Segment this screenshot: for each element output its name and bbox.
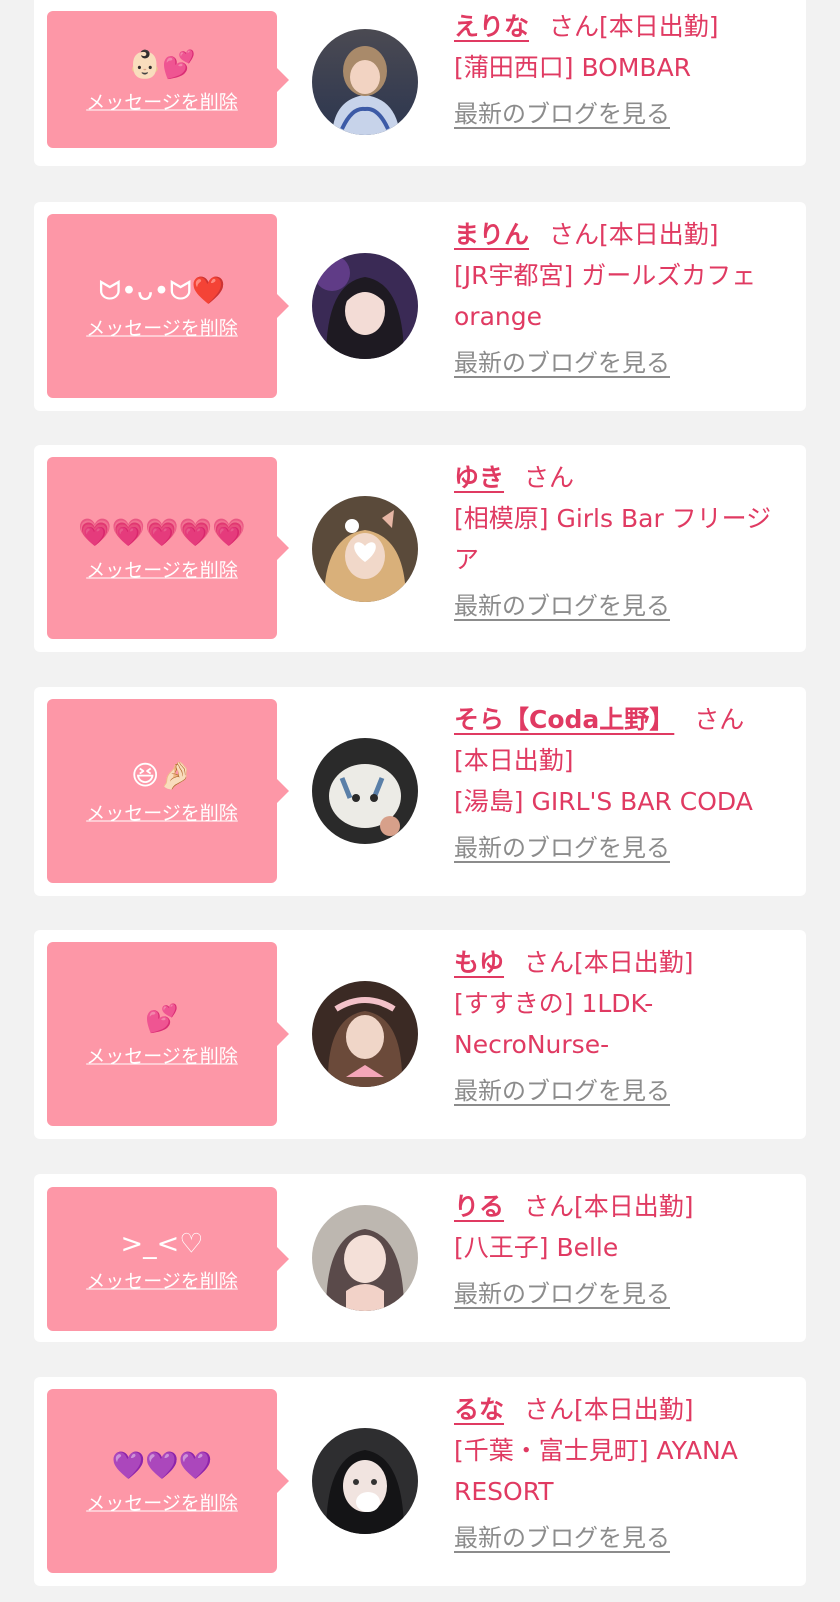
message-text: 😆🤌🏻 [131, 760, 193, 792]
honorific: さん [694, 705, 745, 734]
attendance-status: [本日出勤] [599, 220, 719, 249]
cast-name-link[interactable]: もゆ [454, 948, 504, 977]
cast-photo-avatar-icon [312, 1428, 418, 1534]
message-bubble: 💗💗💗💗💗 メッセージを削除 [47, 457, 289, 639]
cast-info: もゆ さん[本日出勤] [すすきの] 1LDK-NecroNurse- 最新のブロ… [454, 942, 794, 1112]
cast-avatar[interactable] [312, 981, 418, 1087]
cast-name-link[interactable]: えりな [454, 12, 529, 41]
shop-name: [湯島] GIRL'S BAR CODA [454, 787, 753, 816]
honorific: さん [524, 1192, 575, 1221]
cast-photo-avatar-icon [312, 29, 418, 135]
favorite-card: 😆🤌🏻 メッセージを削除 そら【Coda上野】 さん [本日出勤] [湯島] GI… [34, 687, 806, 896]
cast-avatar[interactable] [312, 738, 418, 844]
latest-blog-link[interactable]: 最新のブログを見る [454, 586, 670, 627]
latest-blog-link[interactable]: 最新のブログを見る [454, 828, 670, 869]
delete-message-link[interactable]: メッセージを削除 [86, 87, 238, 114]
message-text: 💗💗💗💗💗 [77, 517, 247, 549]
message-text: ᗢ•ᴗ•ᗢ❤️ [98, 275, 226, 307]
latest-blog-link[interactable]: 最新のブログを見る [454, 1071, 670, 1112]
attendance-status: [本日出勤] [574, 1395, 694, 1424]
cast-info: りる さん[本日出勤] [八王子] Belle 最新のブログを見る [454, 1186, 794, 1315]
cast-photo-avatar-icon [312, 981, 418, 1087]
cast-name-link[interactable]: ゆき [454, 463, 504, 492]
favorite-card: 💕 メッセージを削除 もゆ さん[本日出勤] [すすきの] 1LDK-NecroN… [34, 930, 806, 1139]
cast-photo-avatar-icon [312, 496, 418, 602]
cast-avatar[interactable] [312, 253, 418, 359]
attendance-status: [本日出勤] [574, 1192, 694, 1221]
latest-blog-link[interactable]: 最新のブログを見る [454, 1518, 670, 1559]
delete-message-link[interactable]: メッセージを削除 [86, 556, 238, 583]
shop-name: [相模原] Girls Bar フリージア [454, 504, 772, 574]
shop-name: [蒲田西口] BOMBAR [454, 53, 692, 82]
cast-info: まりん さん[本日出勤] [JR宇都宮] ガールズカフェorange 最新のブログ… [454, 214, 794, 384]
cast-info: ゆき さん [相模原] Girls Bar フリージア 最新のブログを見る [454, 457, 794, 627]
message-text: 👶🏻💕 [128, 49, 196, 80]
honorific: さん [549, 220, 600, 249]
latest-blog-link[interactable]: 最新のブログを見る [454, 343, 670, 384]
shop-name: [千葉・富士見町] AYANA RESORT [454, 1436, 738, 1506]
cast-name-link[interactable]: りる [454, 1192, 504, 1221]
message-text: >_<♡ [120, 1228, 204, 1260]
favorite-card: 👶🏻💕 メッセージを削除 えりな さん[本日出勤] [蒲田西口] BOMBAR 最… [34, 0, 806, 166]
latest-blog-link[interactable]: 最新のブログを見る [454, 94, 670, 135]
delete-message-link[interactable]: メッセージを削除 [86, 799, 238, 826]
honorific: さん [524, 948, 575, 977]
cast-name-link[interactable]: そら【Coda上野】 [454, 705, 674, 734]
honorific: さん [524, 463, 575, 492]
message-bubble: >_<♡ メッセージを削除 [47, 1187, 289, 1331]
message-text: 💜💜💜 [111, 1450, 213, 1482]
delete-message-link[interactable]: メッセージを削除 [86, 1489, 238, 1516]
delete-message-link[interactable]: メッセージを削除 [86, 1042, 238, 1069]
message-text: 💕 [145, 1003, 179, 1035]
message-bubble: 💕 メッセージを削除 [47, 942, 289, 1126]
favorite-cast-list: 👶🏻💕 メッセージを削除 えりな さん[本日出勤] [蒲田西口] BOMBAR 最… [0, 0, 840, 1602]
shop-name: [JR宇都宮] ガールズカフェorange [454, 261, 757, 331]
favorite-card: 💜💜💜 メッセージを削除 るな さん[本日出勤] [千葉・富士見町] AYANA … [34, 1377, 806, 1586]
cast-photo-avatar-icon [312, 253, 418, 359]
attendance-status: [本日出勤] [454, 746, 574, 775]
latest-blog-link[interactable]: 最新のブログを見る [454, 1274, 670, 1315]
cast-info: るな さん[本日出勤] [千葉・富士見町] AYANA RESORT 最新のブログ… [454, 1389, 794, 1559]
cast-photo-avatar-icon [312, 1205, 418, 1311]
cast-info: そら【Coda上野】 さん [本日出勤] [湯島] GIRL'S BAR CODA… [454, 699, 794, 869]
cast-avatar[interactable] [312, 1428, 418, 1534]
cast-avatar[interactable] [312, 496, 418, 602]
cast-avatar[interactable] [312, 1205, 418, 1311]
shop-name: [すすきの] 1LDK-NecroNurse- [454, 989, 654, 1059]
honorific: さん [524, 1395, 575, 1424]
cast-name-link[interactable]: るな [454, 1395, 504, 1424]
favorite-card: 💗💗💗💗💗 メッセージを削除 ゆき さん [相模原] Girls Bar フリージ… [34, 445, 806, 652]
delete-message-link[interactable]: メッセージを削除 [86, 314, 238, 341]
shop-name: [八王子] Belle [454, 1233, 619, 1262]
delete-message-link[interactable]: メッセージを削除 [86, 1267, 238, 1294]
cast-photo-avatar-icon [312, 738, 418, 844]
cast-info: えりな さん[本日出勤] [蒲田西口] BOMBAR 最新のブログを見る [454, 6, 794, 135]
message-bubble: 👶🏻💕 メッセージを削除 [47, 11, 289, 148]
attendance-status: [本日出勤] [599, 12, 719, 41]
message-bubble: ᗢ•ᴗ•ᗢ❤️ メッセージを削除 [47, 214, 289, 398]
cast-name-link[interactable]: まりん [454, 220, 529, 249]
cast-avatar[interactable] [312, 29, 418, 135]
message-bubble: 💜💜💜 メッセージを削除 [47, 1389, 289, 1573]
message-bubble: 😆🤌🏻 メッセージを削除 [47, 699, 289, 883]
honorific: さん [549, 12, 600, 41]
favorite-card: ᗢ•ᴗ•ᗢ❤️ メッセージを削除 まりん さん[本日出勤] [JR宇都宮] ガール… [34, 202, 806, 411]
favorite-card: >_<♡ メッセージを削除 りる さん[本日出勤] [八王子] Belle 最新の… [34, 1174, 806, 1342]
attendance-status: [本日出勤] [574, 948, 694, 977]
